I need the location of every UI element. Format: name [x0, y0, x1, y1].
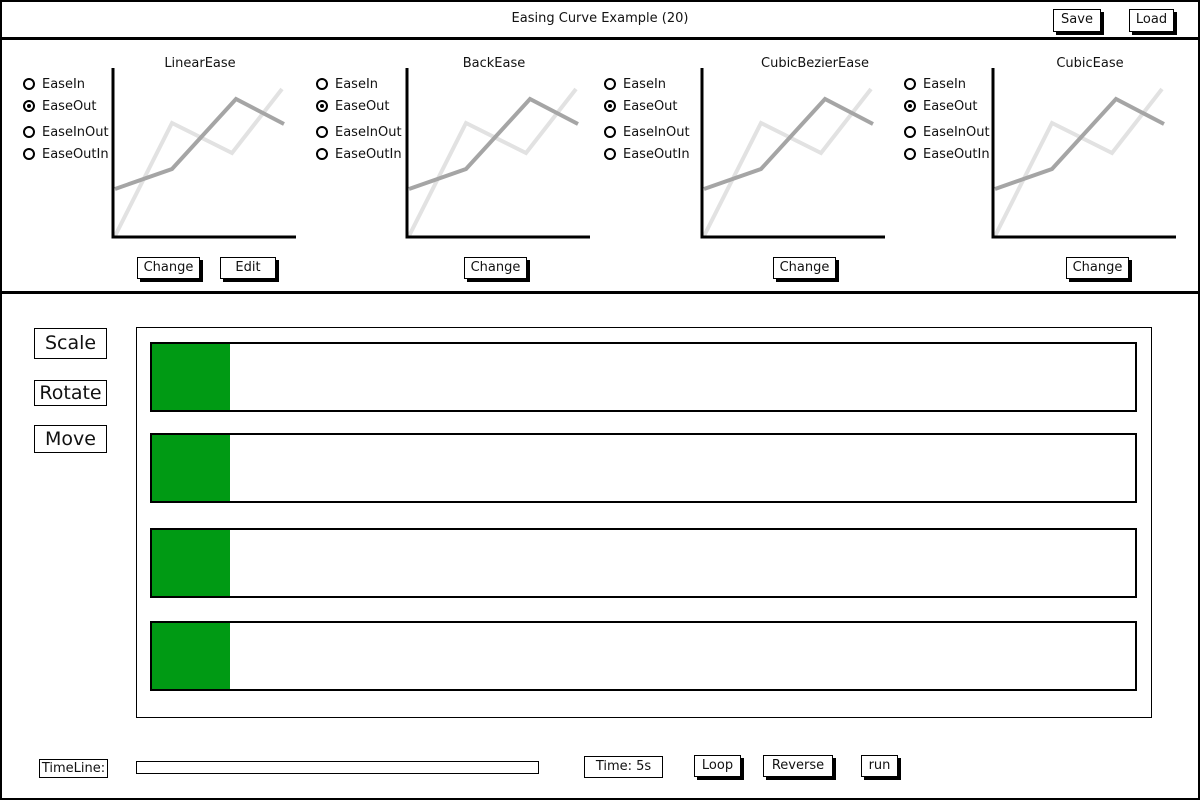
radio-label: EaseInOut [335, 124, 402, 140]
radio-button[interactable] [23, 126, 35, 138]
radio-label: EaseInOut [923, 124, 990, 140]
radio-ease-out-in[interactable]: EaseOutIn [604, 145, 690, 163]
radio-ease-in[interactable]: EaseIn [23, 75, 85, 93]
radio-label: EaseIn [923, 76, 967, 92]
radio-label: EaseOut [923, 98, 978, 114]
run-button[interactable]: run [861, 755, 898, 777]
animation-track [150, 528, 1137, 598]
easing-curve-graph [700, 68, 885, 239]
window-title: Easing Curve Example (20) [511, 11, 689, 26]
curve-line [408, 96, 579, 191]
radio-button[interactable] [316, 100, 328, 112]
radio-label: EaseInOut [623, 124, 690, 140]
radio-ease-in-out[interactable]: EaseInOut [23, 123, 109, 141]
header-divider [0, 37, 1200, 40]
graph-axes [991, 68, 1176, 239]
curve-line [994, 96, 1165, 191]
radio-ease-out-in[interactable]: EaseOutIn [316, 145, 402, 163]
curve-line [114, 96, 285, 191]
radio-button[interactable] [23, 78, 35, 90]
loop-button[interactable]: Loop [694, 755, 741, 777]
timeline-label: TimeLine: [39, 759, 108, 778]
animation-track [150, 621, 1137, 691]
radio-ease-in-out[interactable]: EaseInOut [904, 123, 990, 141]
easing-curve-graph [405, 68, 590, 239]
radio-button[interactable] [316, 148, 328, 160]
scale-button[interactable]: Scale [34, 328, 107, 359]
radio-label: EaseIn [623, 76, 667, 92]
radio-ease-out[interactable]: EaseOut [23, 97, 97, 115]
radio-button[interactable] [604, 126, 616, 138]
graph-axes [405, 68, 590, 239]
animated-block [152, 435, 230, 501]
curve-line [703, 96, 874, 191]
radio-ease-out-in[interactable]: EaseOutIn [23, 145, 109, 163]
radio-ease-out[interactable]: EaseOut [604, 97, 678, 115]
radio-button[interactable] [316, 78, 328, 90]
graph-axes [700, 68, 885, 239]
radio-button[interactable] [904, 148, 916, 160]
load-button[interactable]: Load [1129, 9, 1174, 32]
radio-ease-in-out[interactable]: EaseInOut [316, 123, 402, 141]
change-button[interactable]: Change [464, 257, 527, 279]
animated-block [152, 623, 230, 689]
animated-block [152, 530, 230, 596]
radio-ease-out[interactable]: EaseOut [904, 97, 978, 115]
animation-track [150, 433, 1137, 503]
radio-label: EaseOutIn [42, 146, 109, 162]
radio-label: EaseOutIn [335, 146, 402, 162]
save-button[interactable]: Save [1053, 9, 1101, 32]
radio-button[interactable] [23, 100, 35, 112]
easing-curve-graph [111, 68, 296, 239]
radio-button[interactable] [604, 78, 616, 90]
edit-button[interactable]: Edit [220, 257, 276, 279]
radio-label: EaseInOut [42, 124, 109, 140]
radio-label: EaseOut [623, 98, 678, 114]
graph-axes [111, 68, 296, 239]
radio-button[interactable] [904, 100, 916, 112]
radio-label: EaseOut [335, 98, 390, 114]
radio-label: EaseOutIn [623, 146, 690, 162]
radio-label: EaseIn [42, 76, 86, 92]
radio-button[interactable] [904, 126, 916, 138]
radio-ease-out-in[interactable]: EaseOutIn [904, 145, 990, 163]
radio-button[interactable] [604, 148, 616, 160]
radio-ease-in[interactable]: EaseIn [904, 75, 966, 93]
radio-button[interactable] [604, 100, 616, 112]
timeline-slider[interactable] [136, 761, 539, 774]
change-button[interactable]: Change [1066, 257, 1129, 279]
radio-ease-out[interactable]: EaseOut [316, 97, 390, 115]
radio-ease-in-out[interactable]: EaseInOut [604, 123, 690, 141]
animated-block [152, 344, 230, 410]
radio-label: EaseIn [335, 76, 379, 92]
easing-curve-graph [991, 68, 1176, 239]
radio-button[interactable] [904, 78, 916, 90]
radio-button[interactable] [23, 148, 35, 160]
radio-ease-in[interactable]: EaseIn [604, 75, 666, 93]
radio-label: EaseOutIn [923, 146, 990, 162]
animation-track [150, 342, 1137, 412]
radio-label: EaseOut [42, 98, 97, 114]
move-button[interactable]: Move [34, 425, 107, 453]
panels-divider [0, 291, 1200, 294]
rotate-button[interactable]: Rotate [34, 380, 107, 406]
time-field[interactable]: Time: 5s [584, 756, 663, 778]
change-button[interactable]: Change [137, 257, 200, 279]
radio-button[interactable] [316, 126, 328, 138]
reverse-button[interactable]: Reverse [763, 755, 833, 777]
change-button[interactable]: Change [773, 257, 836, 279]
radio-ease-in[interactable]: EaseIn [316, 75, 378, 93]
